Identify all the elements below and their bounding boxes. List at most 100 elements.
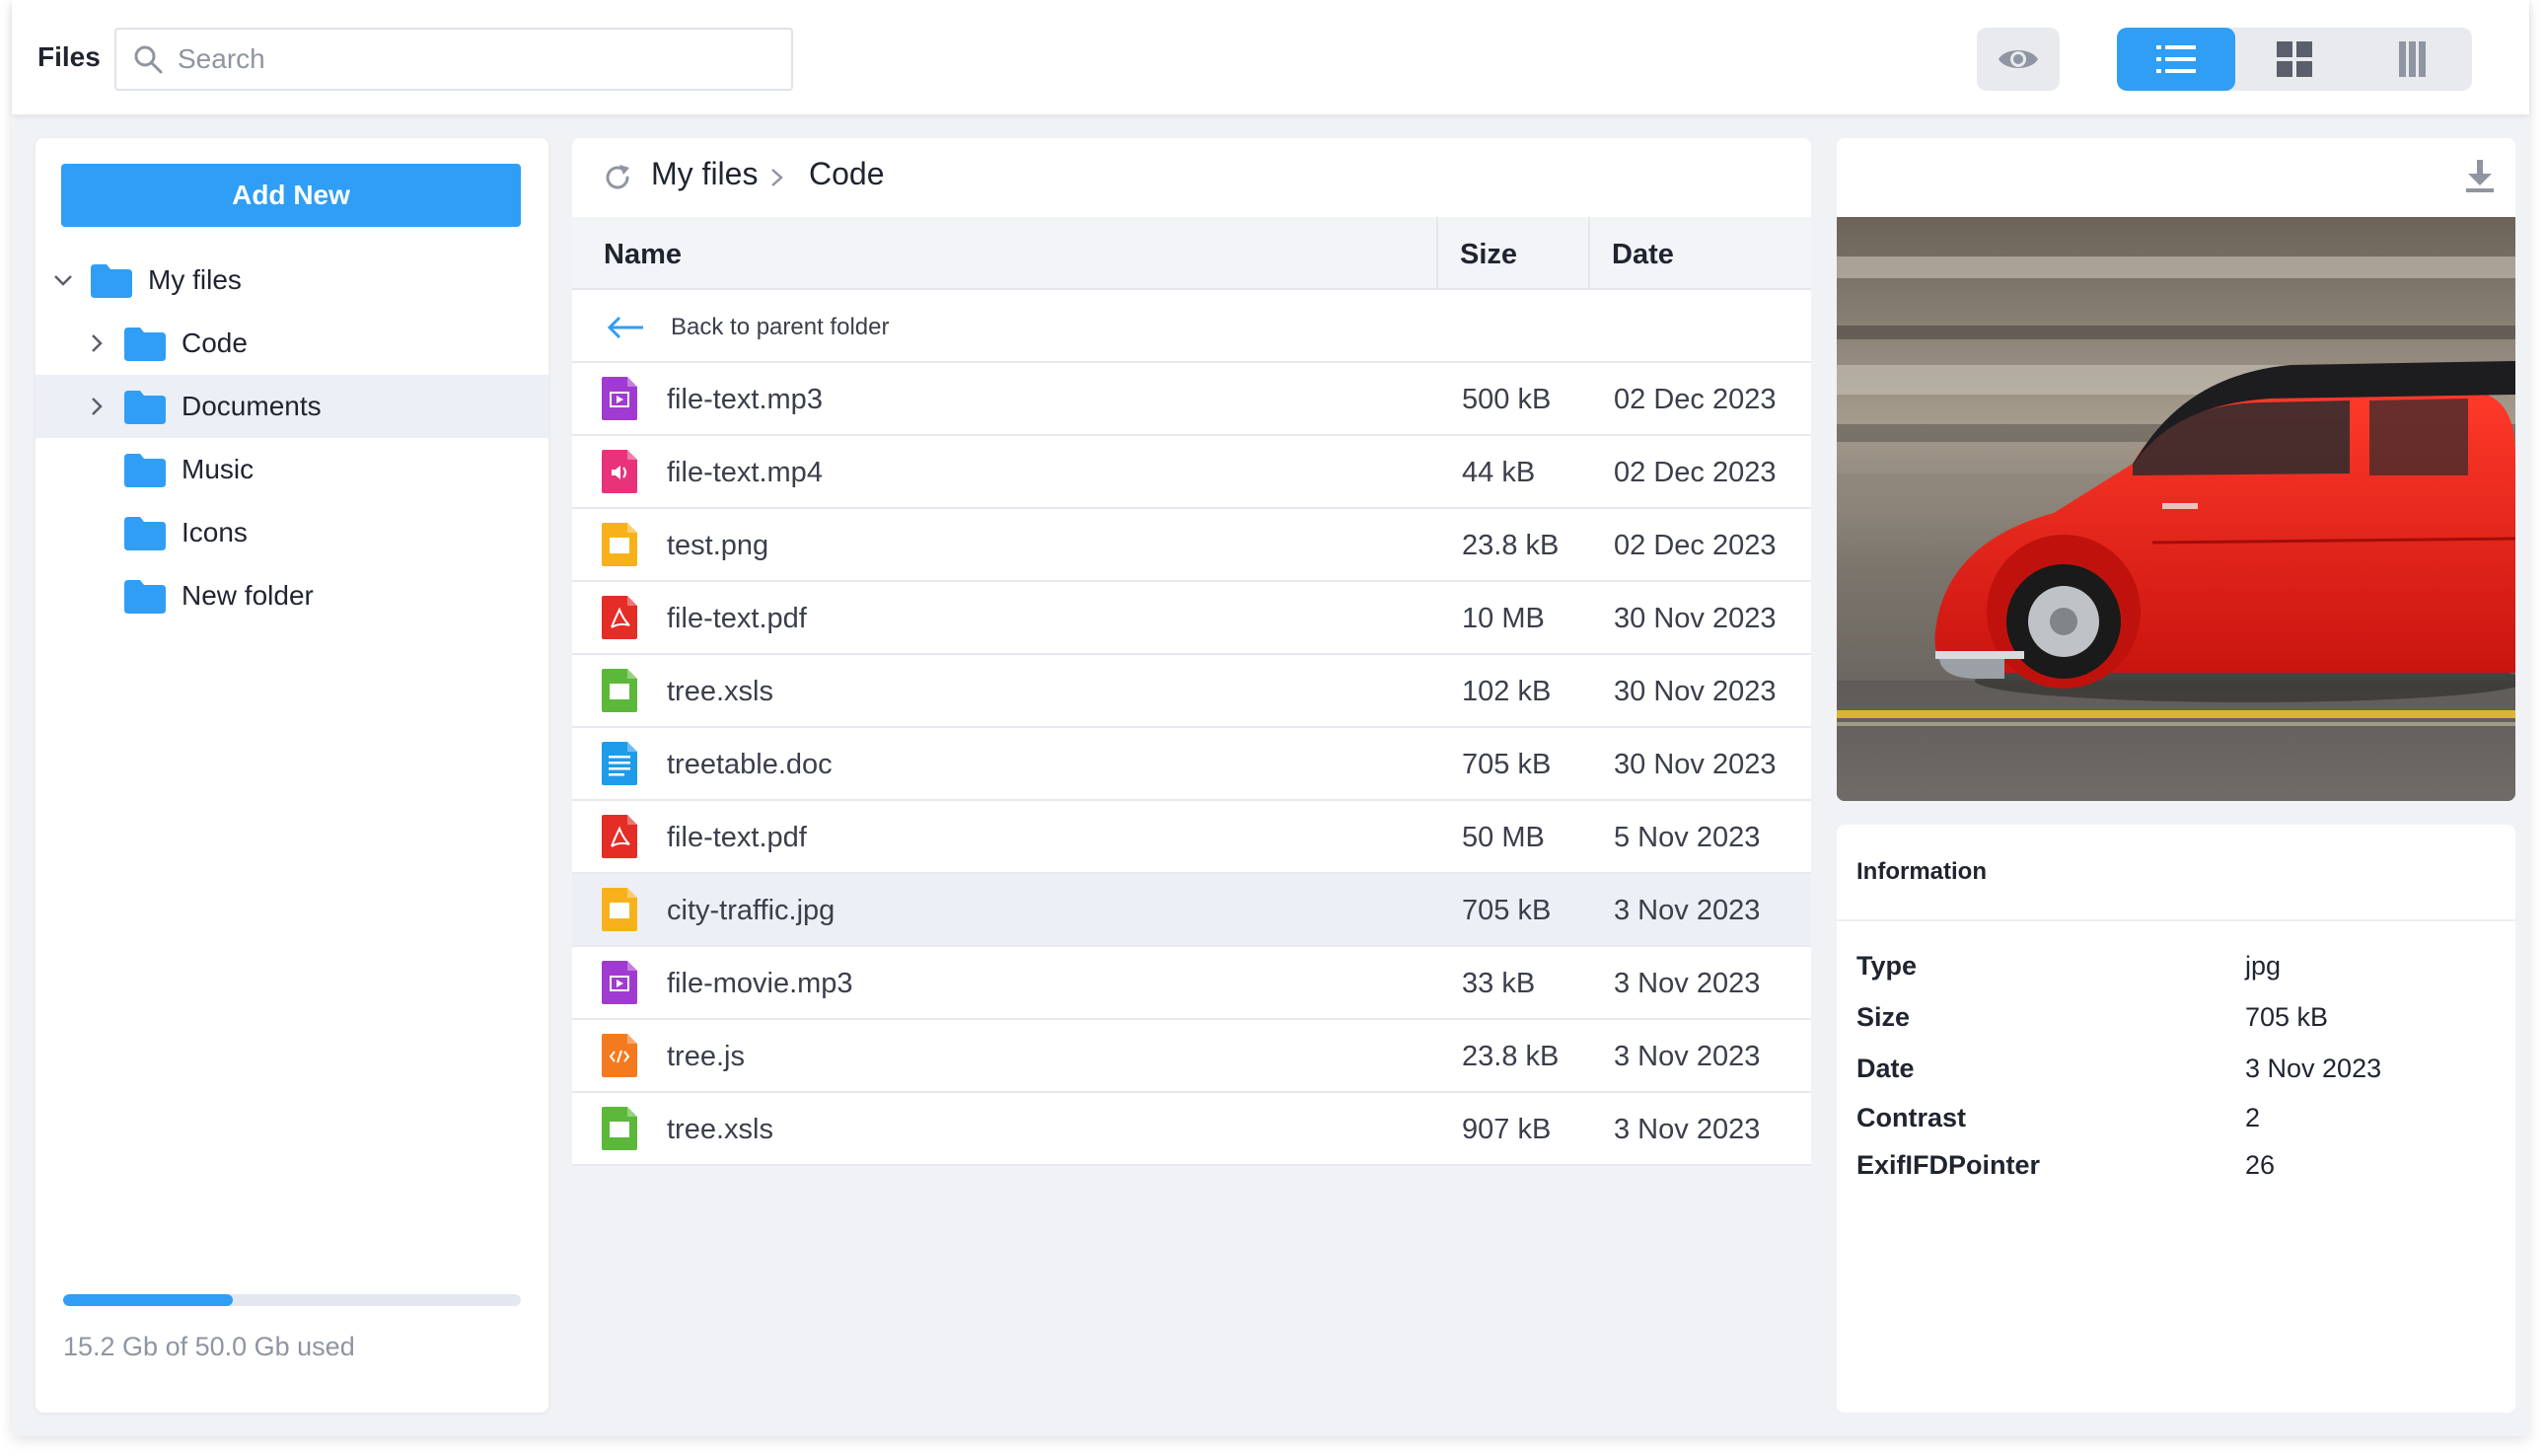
- spreadsheet-file-icon: [602, 1107, 637, 1155]
- file-name: file-text.mp4: [667, 457, 823, 488]
- column-divider: [1436, 217, 1438, 290]
- add-new-button[interactable]: Add New: [61, 164, 521, 227]
- tree-item-my-files[interactable]: My files: [36, 249, 548, 312]
- tree-item-code[interactable]: Code: [36, 312, 548, 375]
- file-manager-window: Files Search Add New My files Code Docum…: [12, 0, 2529, 1436]
- app-title: Files: [37, 41, 101, 72]
- path-bar: My files Code: [572, 138, 1811, 217]
- file-row[interactable]: file-text.pdf 10 MB 30 Nov 2023: [572, 582, 1811, 655]
- file-list-panel: My files Code Name Size Date Back to par…: [572, 138, 1811, 1413]
- top-toolbar: Files: [12, 0, 2529, 114]
- file-row[interactable]: file-movie.mp3 33 kB 3 Nov 2023: [572, 947, 1811, 1020]
- column-header-name[interactable]: Name: [604, 239, 682, 271]
- document-file-icon: [602, 742, 637, 790]
- file-date: 3 Nov 2023: [1614, 1041, 1761, 1072]
- file-size: 10 MB: [1462, 603, 1545, 634]
- back-to-parent-row[interactable]: Back to parent folder: [572, 290, 1811, 363]
- refresh-icon[interactable]: [602, 162, 633, 193]
- audio-file-icon: [602, 961, 637, 1009]
- info-key: Size: [1856, 1002, 1911, 1032]
- file-name: file-movie.mp3: [667, 968, 853, 999]
- search-icon: [134, 45, 163, 74]
- file-date: 3 Nov 2023: [1614, 1114, 1761, 1145]
- breadcrumb-item-code[interactable]: Code: [809, 156, 885, 192]
- grid-view-button[interactable]: [2235, 28, 2354, 91]
- tree-item-documents[interactable]: Documents: [36, 375, 548, 438]
- view-mode-switch: [2117, 28, 2472, 91]
- chevron-right-icon: [771, 169, 783, 186]
- file-name: tree.js: [667, 1041, 745, 1072]
- folder-icon: [124, 391, 166, 424]
- chevron-right-icon[interactable]: [85, 395, 109, 418]
- arrow-left-icon: [607, 316, 643, 339]
- tree-item-label: New folder: [182, 580, 314, 611]
- file-date: 02 Dec 2023: [1614, 457, 1777, 488]
- file-name: file-text.pdf: [667, 822, 807, 853]
- video-file-icon: [602, 450, 637, 498]
- file-row[interactable]: city-traffic.jpg 705 kB 3 Nov 2023: [572, 874, 1811, 947]
- file-row[interactable]: file-text.mp4 44 kB 02 Dec 2023: [572, 436, 1811, 509]
- tree-item-label: My files: [148, 264, 242, 295]
- back-to-parent-label: Back to parent folder: [671, 314, 890, 340]
- preview-image: [1837, 217, 2515, 801]
- search-input[interactable]: [178, 36, 769, 83]
- info-value: 3 Nov 2023: [2245, 1054, 2382, 1083]
- file-size: 705 kB: [1462, 749, 1552, 780]
- breadcrumb-item-my-files[interactable]: My files: [651, 156, 758, 192]
- folder-icon: [91, 264, 132, 298]
- tree-item-label: Icons: [182, 517, 248, 547]
- tree-item-icons[interactable]: Icons: [36, 501, 548, 564]
- columns-view-icon: [2399, 41, 2426, 77]
- file-size: 33 kB: [1462, 968, 1536, 999]
- file-size: 23.8 kB: [1462, 530, 1560, 561]
- info-key: Contrast: [1856, 1103, 1967, 1132]
- column-header-date[interactable]: Date: [1612, 239, 1674, 271]
- grid-view-icon: [2277, 41, 2312, 77]
- download-icon[interactable]: [2464, 158, 2496, 193]
- file-row[interactable]: tree.xsls 907 kB 3 Nov 2023: [572, 1093, 1811, 1166]
- tree-item-music[interactable]: Music: [36, 438, 548, 501]
- file-date: 30 Nov 2023: [1614, 749, 1777, 780]
- chevron-right-icon[interactable]: [85, 331, 109, 355]
- file-name: file-text.pdf: [667, 603, 807, 634]
- column-header-size[interactable]: Size: [1460, 239, 1517, 271]
- chevron-down-icon[interactable]: [51, 268, 75, 292]
- file-date: 02 Dec 2023: [1614, 384, 1777, 415]
- info-value: 26: [2245, 1150, 2276, 1180]
- file-row[interactable]: file-text.mp3 500 kB 02 Dec 2023: [572, 363, 1811, 436]
- file-size: 500 kB: [1462, 384, 1552, 415]
- folder-icon: [124, 580, 166, 614]
- info-panel: Information Type jpg Size 705 kB Date 3 Nov 2…: [1837, 825, 2515, 1413]
- file-row[interactable]: file-text.pdf 50 MB 5 Nov 2023: [572, 801, 1811, 874]
- info-key: Date: [1856, 1054, 1915, 1083]
- info-value: jpg: [2245, 951, 2282, 981]
- file-row[interactable]: test.png 23.8 kB 02 Dec 2023: [572, 509, 1811, 582]
- search-box[interactable]: [114, 28, 793, 91]
- file-name: treetable.doc: [667, 749, 833, 780]
- image-file-icon: [602, 888, 637, 936]
- list-view-icon: [2156, 45, 2196, 73]
- info-value: 2: [2245, 1103, 2261, 1132]
- tree-item-label: Code: [182, 328, 248, 358]
- info-title: Information: [1856, 858, 1987, 885]
- file-row[interactable]: treetable.doc 705 kB 30 Nov 2023: [572, 728, 1811, 801]
- file-name: city-traffic.jpg: [667, 895, 836, 926]
- list-view-button[interactable]: [2117, 28, 2235, 91]
- file-name: test.png: [667, 530, 769, 561]
- sidebar: Add New My files Code Documents Music Icons N…: [36, 138, 548, 1413]
- preview-toggle-button[interactable]: [1977, 28, 2060, 91]
- columns-view-button[interactable]: [2354, 28, 2472, 91]
- spreadsheet-file-icon: [602, 669, 637, 717]
- file-date: 30 Nov 2023: [1614, 676, 1777, 707]
- file-row[interactable]: tree.js 23.8 kB 3 Nov 2023: [572, 1020, 1811, 1093]
- info-divider: [1837, 919, 2515, 921]
- folder-icon: [124, 517, 166, 550]
- folder-icon: [124, 328, 166, 361]
- tree-item-new-folder[interactable]: New folder: [36, 564, 548, 627]
- file-name: tree.xsls: [667, 676, 773, 707]
- file-size: 50 MB: [1462, 822, 1545, 853]
- file-row[interactable]: tree.xsls 102 kB 30 Nov 2023: [572, 655, 1811, 728]
- file-size: 44 kB: [1462, 457, 1536, 488]
- storage-usage-bar: [63, 1294, 521, 1306]
- file-name: file-text.mp3: [667, 384, 823, 415]
